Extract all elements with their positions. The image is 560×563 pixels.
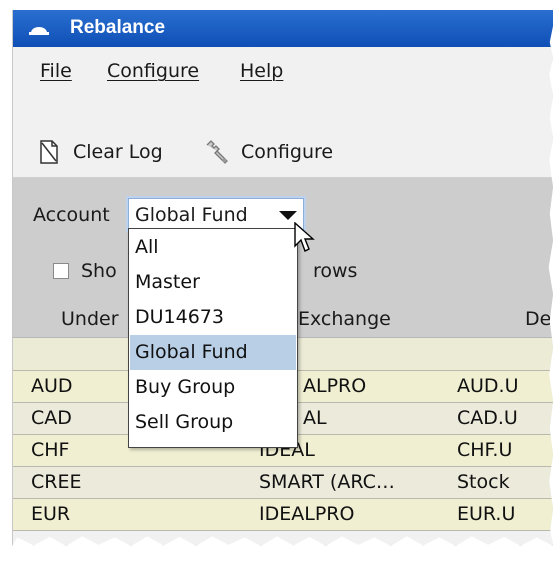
app-icon xyxy=(29,27,49,35)
chevron-down-icon[interactable] xyxy=(279,211,297,220)
title-bar[interactable]: Rebalance xyxy=(13,10,553,47)
table-row[interactable]: CREE SMART (ARC… Stock xyxy=(13,467,553,499)
column-header-description[interactable]: De xyxy=(525,308,551,330)
option-global-fund[interactable]: Global Fund xyxy=(130,335,296,370)
cell-description: CAD.U xyxy=(457,407,518,429)
table-row[interactable]: EUR IDEALPRO EUR.U xyxy=(13,499,553,531)
configure-button[interactable]: Configure xyxy=(241,141,333,163)
clear-log-button[interactable]: Clear Log xyxy=(73,141,163,163)
account-dropdown-list[interactable]: All Master DU14673 Global Fund Buy Group… xyxy=(128,228,298,448)
option-buy-group[interactable]: Buy Group xyxy=(130,370,296,405)
rebalance-window: Rebalance File Configure Help Clear Log … xyxy=(12,10,553,546)
cell-description: Stock xyxy=(457,471,510,493)
mouse-cursor-icon xyxy=(294,222,315,252)
cell-exchange: ALPRO xyxy=(303,375,367,397)
option-master[interactable]: Master xyxy=(130,265,296,300)
column-header-underlying[interactable]: Under xyxy=(61,308,119,330)
cell-underlying: CAD xyxy=(31,407,72,429)
window-title: Rebalance xyxy=(70,17,166,38)
menu-file[interactable]: File xyxy=(40,60,72,82)
cell-exchange: IDEALPRO xyxy=(259,503,355,525)
cell-description: AUD.U xyxy=(457,375,519,397)
menu-help[interactable]: Help xyxy=(240,60,283,82)
cell-underlying: CREE xyxy=(31,471,82,493)
page-icon xyxy=(40,140,58,164)
cell-underlying: EUR xyxy=(31,503,71,525)
cell-description: CHF.U xyxy=(457,439,513,461)
cell-exchange: SMART (ARC… xyxy=(259,471,395,493)
show-rows-label-tail: rows xyxy=(313,260,358,282)
wrench-icon xyxy=(206,140,228,164)
column-header-exchange[interactable]: Exchange xyxy=(298,308,391,330)
show-rows-checkbox[interactable] xyxy=(53,263,69,279)
toolbar: Clear Log Configure xyxy=(13,93,553,178)
account-label: Account xyxy=(33,204,110,226)
cell-underlying: AUD xyxy=(31,375,73,397)
option-du14673[interactable]: DU14673 xyxy=(130,300,296,335)
menu-configure[interactable]: Configure xyxy=(107,60,199,82)
cell-underlying: CHF xyxy=(31,439,70,461)
option-sell-group[interactable]: Sell Group xyxy=(130,405,296,440)
cell-description: EUR.U xyxy=(457,503,516,525)
account-selected-value: Global Fund xyxy=(135,204,248,226)
show-rows-label: Sho xyxy=(81,260,117,282)
cell-exchange: AL xyxy=(303,407,327,429)
option-all[interactable]: All xyxy=(130,230,296,265)
account-dropdown[interactable]: Global Fund xyxy=(128,198,304,230)
menu-bar: File Configure Help xyxy=(13,47,553,93)
